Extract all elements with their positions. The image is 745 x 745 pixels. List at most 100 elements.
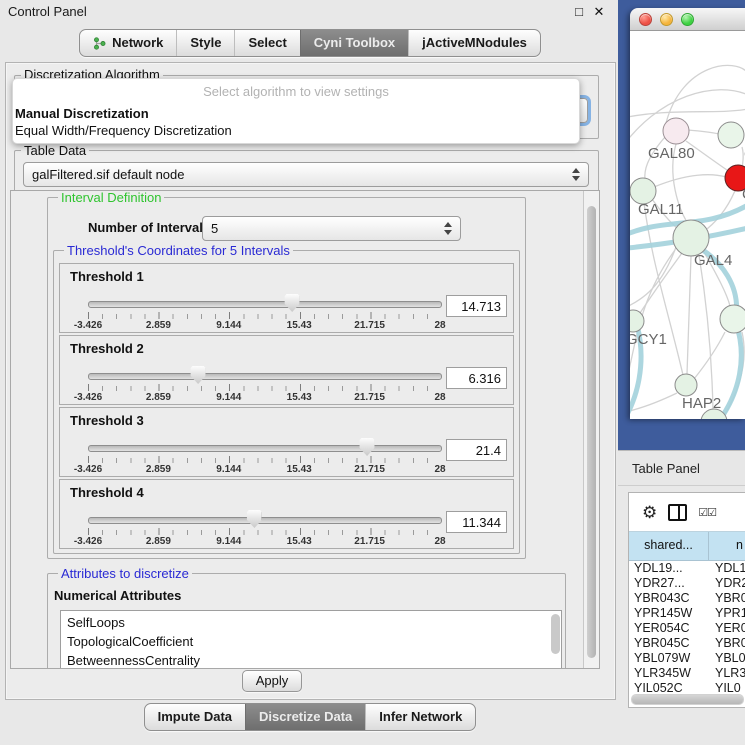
cell-name[interactable]: YER0	[709, 621, 745, 636]
settings-scrollbar[interactable]	[583, 191, 599, 668]
tick-label: 2.859	[146, 536, 171, 547]
network-window-titlebar[interactable]	[630, 8, 745, 31]
columns-icon[interactable]	[668, 504, 687, 521]
cell-shared-name[interactable]: YPR145W	[629, 606, 709, 621]
tab-jactivemnodules-label: jActiveMNodules	[422, 30, 527, 56]
threshold-4-panel: Threshold 4 -3.4262.8599.14415.4321.7152…	[59, 479, 514, 549]
cell-name[interactable]: YBR0	[709, 591, 745, 606]
threshold-1-value[interactable]: 14.713	[446, 295, 507, 317]
threshold-2-slider[interactable]	[88, 373, 442, 380]
zoom-traffic-light-icon[interactable]	[681, 13, 694, 26]
select-columns-icon[interactable]: ☑☑	[698, 506, 716, 519]
cell-shared-name[interactable]: YBR043C	[629, 591, 709, 606]
list-item[interactable]: BetweennessCentrality	[61, 651, 561, 669]
cell-name[interactable]: YDR2	[709, 576, 745, 591]
list-item[interactable]: SelfLoops	[61, 613, 561, 632]
network-edge[interactable]	[666, 65, 745, 123]
table-panel-titlebar: Table Panel	[618, 450, 745, 486]
tick-label: 21.715	[354, 392, 385, 403]
table-rows: YDL19...YDL1YDR27...YDR2YBR043CYBR0YPR14…	[629, 561, 745, 696]
threshold-4-slider[interactable]	[88, 517, 442, 524]
hscrollbar-thumb[interactable]	[632, 695, 743, 704]
threshold-2-value[interactable]: 6.316	[446, 367, 507, 389]
cell-shared-name[interactable]: YDR27...	[629, 576, 709, 591]
table-row[interactable]: YDL19...YDL1	[629, 561, 745, 576]
network-canvas[interactable]: GAL80GAGAL11CGAL4GCY1HHAP2	[630, 31, 745, 419]
cell-shared-name[interactable]: YER054C	[629, 621, 709, 636]
threshold-4-value[interactable]: 11.344	[446, 511, 507, 533]
slider-thumb[interactable]	[191, 366, 206, 384]
table-panel-title: Table Panel	[632, 461, 700, 476]
tab-network[interactable]: Network	[80, 30, 176, 56]
table-row[interactable]: YDR27...YDR2	[629, 576, 745, 591]
slider-thumb[interactable]	[360, 438, 375, 456]
threshold-3-value[interactable]: 21.4	[446, 439, 507, 461]
numerical-attributes-list[interactable]: SelfLoopsTopologicalCoefficientBetweenne…	[60, 610, 562, 669]
network-node[interactable]	[663, 118, 689, 144]
option-manual-discretization[interactable]: Manual Discretization	[15, 106, 149, 121]
cell-name[interactable]: YBL0	[709, 651, 745, 666]
number-of-intervals-value: 5	[211, 221, 218, 236]
cell-name[interactable]: YDL1	[709, 561, 745, 576]
attributes-group: Attributes to discretize Numerical Attri…	[47, 573, 566, 669]
cell-shared-name[interactable]: YDL19...	[629, 561, 709, 576]
tick-label: -3.426	[74, 536, 102, 547]
cell-shared-name[interactable]: YBL079W	[629, 651, 709, 666]
tab-infer-network[interactable]: Infer Network	[365, 704, 475, 730]
network-edge[interactable]	[654, 175, 726, 187]
table-data-combo[interactable]: galFiltered.sif default node	[23, 162, 589, 187]
cell-name[interactable]: YBR0	[709, 636, 745, 651]
tick-label: 21.715	[354, 320, 385, 331]
table-hscrollbar[interactable]	[631, 694, 744, 705]
tick-label: 15.43	[287, 464, 312, 475]
scrollbar-thumb[interactable]	[587, 206, 596, 658]
close-traffic-light-icon[interactable]	[639, 13, 652, 26]
slider-thumb[interactable]	[285, 294, 300, 312]
network-node[interactable]	[630, 310, 644, 332]
tab-discretize-data[interactable]: Discretize Data	[245, 704, 365, 730]
table-row[interactable]: YBR045CYBR0	[629, 636, 745, 651]
cell-shared-name[interactable]: YBR045C	[629, 636, 709, 651]
float-window-icon[interactable]: □	[570, 0, 588, 24]
tab-jactivemnodules[interactable]: jActiveMNodules	[408, 30, 540, 56]
node-label: GAL11	[638, 201, 684, 218]
tick-label: 15.43	[287, 392, 312, 403]
table-row[interactable]: YER054CYER0	[629, 621, 745, 636]
number-of-intervals-combo[interactable]: 5	[202, 216, 461, 241]
network-node[interactable]	[718, 122, 744, 148]
tick-label: 28	[434, 320, 445, 331]
network-edge[interactable]	[699, 255, 713, 411]
network-node[interactable]	[673, 220, 709, 256]
option-equal-width-frequency[interactable]: Equal Width/Frequency Discretization	[15, 123, 232, 138]
minimize-traffic-light-icon[interactable]	[660, 13, 673, 26]
list-scrollbar-thumb[interactable]	[551, 614, 560, 654]
column-header-shared-name[interactable]: shared...	[629, 532, 709, 560]
threshold-1-label: Threshold 1	[70, 269, 144, 284]
list-item[interactable]: TopologicalCoefficient	[61, 632, 561, 651]
bottom-segmented-control: Impute Data Discretize Data Infer Networ…	[144, 703, 477, 731]
tab-impute-data[interactable]: Impute Data	[145, 704, 245, 730]
network-edge[interactable]	[687, 256, 691, 374]
table-row[interactable]: YPR145WYPR1	[629, 606, 745, 621]
tab-cyni-toolbox[interactable]: Cyni Toolbox	[300, 30, 408, 56]
cell-name[interactable]: YPR1	[709, 606, 745, 621]
slider-thumb[interactable]	[247, 510, 262, 528]
table-row[interactable]: YBR043CYBR0	[629, 591, 745, 606]
cell-name[interactable]: YLR3	[709, 666, 745, 681]
tab-style[interactable]: Style	[176, 30, 234, 56]
network-edge[interactable]	[630, 109, 745, 119]
apply-button[interactable]: Apply	[242, 670, 302, 692]
network-node[interactable]	[720, 305, 745, 333]
close-window-icon[interactable]: ✕	[590, 0, 608, 24]
column-header-name[interactable]: n	[709, 532, 745, 560]
cell-shared-name[interactable]: YLR345W	[629, 666, 709, 681]
gear-icon[interactable]: ⚙	[642, 504, 657, 521]
threshold-3-slider[interactable]	[88, 445, 442, 452]
network-node[interactable]	[675, 374, 697, 396]
network-edge[interactable]	[688, 130, 719, 134]
table-row[interactable]: YBL079WYBL0	[629, 651, 745, 666]
table-row[interactable]: YLR345WYLR3	[629, 666, 745, 681]
threshold-1-slider[interactable]	[88, 301, 442, 308]
tick-label: 9.144	[216, 536, 241, 547]
tab-select[interactable]: Select	[234, 30, 299, 56]
